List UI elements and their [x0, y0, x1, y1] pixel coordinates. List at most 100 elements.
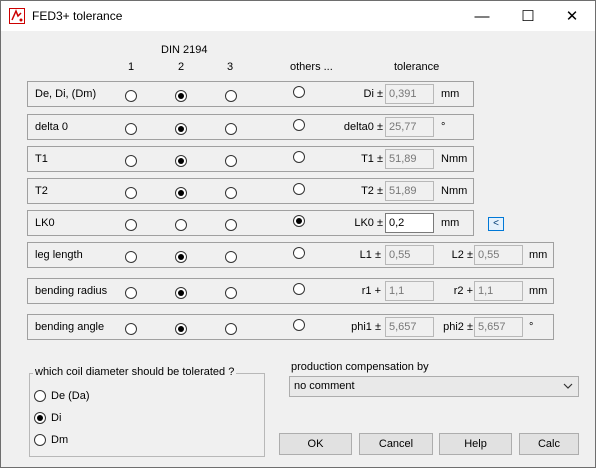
row-radio-others[interactable] — [293, 119, 305, 131]
unit-label: ° — [529, 321, 534, 333]
row-radio-din-2[interactable] — [175, 187, 187, 199]
row-radio-din-1[interactable] — [125, 251, 137, 263]
production-select-value: no comment — [294, 380, 355, 392]
tolerance-value-field-2[interactable]: 0,55 — [474, 245, 523, 265]
unit-label: Nmm — [441, 185, 468, 197]
row-label: De, Di, (Dm) — [35, 88, 97, 100]
coil-diameter-group: which coil diameter should be tolerated … — [29, 366, 265, 457]
others-header: others ... — [290, 61, 333, 73]
unit-label: mm — [529, 249, 548, 261]
coil-option-label: Dm — [51, 434, 69, 446]
close-icon: ✕ — [565, 8, 579, 25]
row-label: LK0 — [35, 217, 55, 229]
row-radio-din-3[interactable] — [225, 287, 237, 299]
maximize-icon: ☐ — [521, 8, 535, 25]
minimize-icon: — — [474, 7, 490, 25]
row-radio-din-1[interactable] — [125, 90, 137, 102]
row-radio-din-2[interactable] — [175, 90, 187, 102]
row-radio-others[interactable] — [293, 319, 305, 331]
row-radio-din-2[interactable] — [175, 155, 187, 167]
tolerance-value-field[interactable]: 25,77 — [385, 117, 434, 137]
row-radio-din-1[interactable] — [125, 219, 137, 231]
tolerance-value-field[interactable]: 0,2 — [385, 213, 434, 233]
row-radio-din-2[interactable] — [175, 251, 187, 263]
row-radio-others[interactable] — [293, 247, 305, 259]
coil-radio-di[interactable] — [34, 412, 46, 424]
tolerance-value-field[interactable]: 51,89 — [385, 149, 434, 169]
tolerance-value-field-2[interactable]: 5,657 — [474, 317, 523, 337]
param-label-2: r2 + — [453, 285, 473, 297]
din-header: DIN 2194 — [161, 44, 208, 56]
app-icon — [9, 8, 25, 24]
row-radio-din-1[interactable] — [125, 187, 137, 199]
row-label: bending angle — [35, 321, 105, 333]
row-radio-others[interactable] — [293, 151, 305, 163]
row-radio-din-1[interactable] — [125, 323, 137, 335]
production-select[interactable]: no comment — [289, 376, 579, 397]
row-radio-din-1[interactable] — [125, 287, 137, 299]
tolerance-value-field[interactable]: 0,55 — [385, 245, 434, 265]
row-radio-din-2[interactable] — [175, 123, 187, 135]
unit-label: mm — [441, 217, 460, 229]
tolerance-value-field[interactable]: 0,391 — [385, 84, 434, 104]
row-radio-din-2[interactable] — [175, 219, 187, 231]
row-radio-din-2[interactable] — [175, 287, 187, 299]
param-label: Di ± — [363, 88, 383, 100]
row-radio-others[interactable] — [293, 183, 305, 195]
row-label: bending radius — [35, 285, 108, 297]
col-2-header: 2 — [178, 61, 185, 73]
dialog-window: FED3+ tolerance — ☐ ✕ DIN 2194 1 2 3 oth… — [0, 0, 596, 468]
param-label: T1 ± — [361, 153, 383, 165]
ok-button[interactable]: OK — [279, 433, 352, 455]
row-radio-din-3[interactable] — [225, 187, 237, 199]
chevron-down-icon — [563, 383, 573, 389]
unit-label: Nmm — [441, 153, 468, 165]
tolerance-value-field[interactable]: 51,89 — [385, 181, 434, 201]
param-label-2: phi2 ± — [443, 321, 473, 333]
param-label: L1 ± — [359, 249, 381, 261]
tolerance-value-field[interactable]: 5,657 — [385, 317, 434, 337]
param-label-2: L2 ± — [451, 249, 473, 261]
coil-option-label: Di — [51, 412, 62, 424]
row-label: T1 — [35, 153, 48, 165]
row-radio-din-1[interactable] — [125, 123, 137, 135]
row-radio-din-3[interactable] — [225, 219, 237, 231]
row-radio-din-2[interactable] — [175, 323, 187, 335]
param-label: r1 + — [361, 285, 381, 297]
tolerance-value-field-2[interactable]: 1,1 — [474, 281, 523, 301]
help-button[interactable]: Help — [439, 433, 512, 455]
row-label: leg length — [35, 249, 83, 261]
coil-radio-de[interactable] — [34, 390, 46, 402]
row-radio-din-3[interactable] — [225, 155, 237, 167]
coil-radio-dm[interactable] — [34, 434, 46, 446]
coil-option-di[interactable]: Di — [34, 411, 184, 427]
reset-arrow-button[interactable]: < — [488, 217, 504, 231]
maximize-button[interactable]: ☐ — [505, 1, 551, 31]
close-button[interactable]: ✕ — [549, 1, 595, 31]
coil-option-dm[interactable]: Dm — [34, 433, 184, 449]
row-radio-din-3[interactable] — [225, 323, 237, 335]
col-3-header: 3 — [227, 61, 234, 73]
unit-label: mm — [529, 285, 548, 297]
row-radio-din-1[interactable] — [125, 155, 137, 167]
row-radio-din-3[interactable] — [225, 251, 237, 263]
production-label: production compensation by — [291, 361, 429, 373]
row-label: T2 — [35, 185, 48, 197]
param-label: phi1 ± — [351, 321, 381, 333]
row-radio-din-3[interactable] — [225, 90, 237, 102]
row-radio-others[interactable] — [293, 283, 305, 295]
param-label: LK0 ± — [354, 217, 383, 229]
row-radio-others[interactable] — [293, 215, 305, 227]
coil-option-label: De (Da) — [51, 390, 90, 402]
row-radio-din-3[interactable] — [225, 123, 237, 135]
unit-label: mm — [441, 88, 460, 100]
coil-option-de[interactable]: De (Da) — [34, 389, 184, 405]
coil-group-title: which coil diameter should be tolerated … — [33, 366, 237, 378]
calc-button[interactable]: Calc — [519, 433, 579, 455]
tolerance-header: tolerance — [394, 61, 440, 73]
cancel-button[interactable]: Cancel — [359, 433, 433, 455]
tolerance-value-field[interactable]: 1,1 — [385, 281, 434, 301]
unit-label: ° — [441, 121, 446, 133]
minimize-button[interactable]: — — [459, 1, 505, 31]
row-radio-others[interactable] — [293, 86, 305, 98]
